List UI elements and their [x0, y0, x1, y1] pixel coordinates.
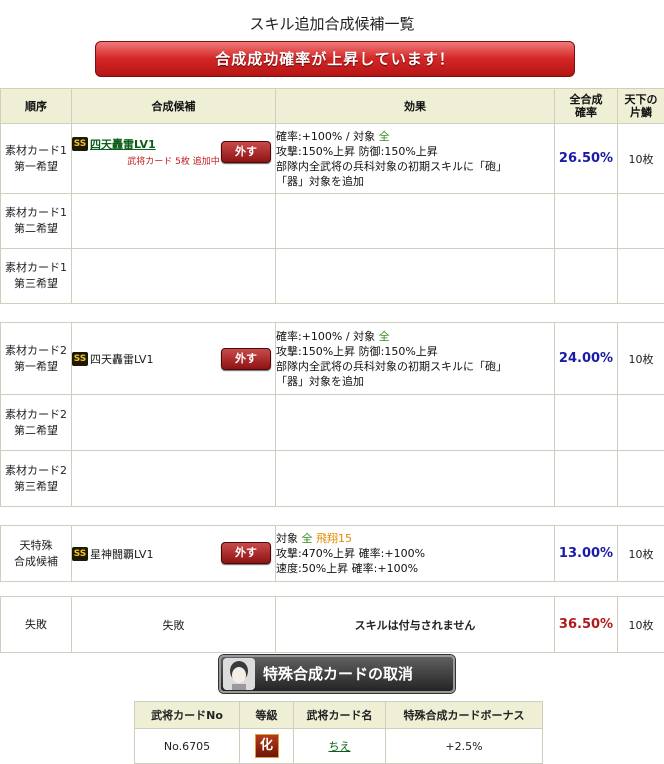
order-cell: 天特殊合成候補 — [1, 526, 72, 582]
skill-link[interactable]: 星神闘覇LV1 — [90, 548, 153, 561]
count-cell — [618, 249, 664, 304]
order-cell: 素材カード2第一希望 — [1, 323, 72, 395]
skill-link[interactable]: 四天轟雷LV1 — [90, 353, 153, 366]
candidate-cell: 失敗 — [72, 597, 276, 653]
header-count: 天下の片鱗 — [618, 89, 664, 124]
table-row: 素材カード1第一希望 SS四天轟雷LV1 武将カード 5枚 追加中 外す 確率:… — [1, 124, 664, 194]
card-no: No.6705 — [135, 729, 240, 764]
grade-cell: 化 — [240, 729, 294, 764]
rate-cell — [555, 395, 618, 451]
table-row: 天特殊合成候補 SS星神闘覇LV1 外す 対象 全 飛翔15 攻撃:470%上昇… — [1, 526, 664, 582]
bonus-row: No.6705 化 ちえ +2.5% — [135, 729, 543, 764]
order-cell: 素材カード1第二希望 — [1, 194, 72, 249]
row-spacer — [1, 507, 664, 526]
order-cell: 素材カード1第一希望 — [1, 124, 72, 194]
rate-cell — [555, 249, 618, 304]
effect-cell: 対象 全 飛翔15 攻撃:470%上昇 確率:+100% 速度:50%上昇 確率… — [276, 526, 555, 582]
bonus-header-row: 武将カードNo 等級 武将カード名 特殊合成カードボーナス — [135, 702, 543, 729]
candidate-cell: SS星神闘覇LV1 外す — [72, 526, 276, 582]
cancel-button-label: 特殊合成カードの取消 — [263, 657, 413, 691]
card-name-link[interactable]: ちえ — [329, 740, 351, 753]
bonus-header-no: 武将カードNo — [135, 702, 240, 729]
count-cell — [618, 395, 664, 451]
effect-cell — [276, 249, 555, 304]
header-order: 順序 — [1, 89, 72, 124]
bonus-table: 武将カードNo 等級 武将カード名 特殊合成カードボーナス No.6705 化 … — [134, 701, 543, 764]
candidate-cell: SS四天轟雷LV1 武将カード 5枚 追加中 外す — [72, 124, 276, 194]
rate-cell: 24.00% — [555, 323, 618, 395]
effect-cell — [276, 395, 555, 451]
row-spacer — [1, 304, 664, 323]
count-cell — [618, 451, 664, 507]
page-title: スキル追加合成候補一覧 — [0, 13, 664, 34]
table-row: 素材カード2第三希望 — [1, 451, 664, 507]
effect-cell: 確率:+100% / 対象 全 攻撃:150%上昇 防御:150%上昇 部隊内全… — [276, 124, 555, 194]
order-cell: 素材カード2第三希望 — [1, 451, 72, 507]
header-rate: 全合成確率 — [555, 89, 618, 124]
candidate-cell — [72, 451, 276, 507]
bonus-header-name: 武将カード名 — [294, 702, 386, 729]
rate-cell: 36.50% — [555, 597, 618, 653]
table-row: 失敗 失敗 スキルは付与されません 36.50% 10枚 — [1, 597, 664, 653]
effect-cell — [276, 451, 555, 507]
card-name-cell: ちえ — [294, 729, 386, 764]
cancel-special-card-button[interactable]: 特殊合成カードの取消 — [219, 655, 455, 693]
effect-cell: 確率:+100% / 対象 全 攻撃:150%上昇 防御:150%上昇 部隊内全… — [276, 323, 555, 395]
grade-badge-icon: 化 — [255, 734, 279, 758]
candidate-cell — [72, 395, 276, 451]
order-cell: 素材カード2第二希望 — [1, 395, 72, 451]
header-candidate: 合成候補 — [72, 89, 276, 124]
effect-cell: スキルは付与されません — [276, 597, 555, 653]
candidate-cell: SS四天轟雷LV1 外す — [72, 323, 276, 395]
count-cell: 10枚 — [618, 124, 664, 194]
remove-button[interactable]: 外す — [221, 348, 271, 370]
bonus-header-grade: 等級 — [240, 702, 294, 729]
header-effect: 効果 — [276, 89, 555, 124]
rate-cell: 13.00% — [555, 526, 618, 582]
candidate-cell — [72, 194, 276, 249]
bonus-value: +2.5% — [386, 729, 543, 764]
count-cell — [618, 194, 664, 249]
table-row: 素材カード2第一希望 SS四天轟雷LV1 外す 確率:+100% / 対象 全 … — [1, 323, 664, 395]
rate-cell — [555, 194, 618, 249]
ss-rarity-icon: SS — [72, 137, 88, 151]
table-header-row: 順序 合成候補 効果 全合成確率 天下の片鱗 — [1, 89, 664, 124]
remove-button[interactable]: 外す — [221, 542, 271, 564]
skill-link[interactable]: 四天轟雷LV1 — [90, 138, 156, 151]
effect-cell — [276, 194, 555, 249]
table-row: 素材カード2第二希望 — [1, 395, 664, 451]
table-row: 素材カード1第二希望 — [1, 194, 664, 249]
candidate-table: 順序 合成候補 効果 全合成確率 天下の片鱗 素材カード1第一希望 SS四天轟雷… — [0, 88, 664, 653]
row-spacer — [1, 582, 664, 597]
ss-rarity-icon: SS — [72, 547, 88, 561]
ss-rarity-icon: SS — [72, 352, 88, 366]
rate-cell: 26.50% — [555, 124, 618, 194]
count-cell: 10枚 — [618, 323, 664, 395]
table-row: 素材カード1第三希望 — [1, 249, 664, 304]
rate-cell — [555, 451, 618, 507]
count-cell: 10枚 — [618, 597, 664, 653]
remove-button[interactable]: 外す — [221, 141, 271, 163]
count-cell: 10枚 — [618, 526, 664, 582]
order-cell: 失敗 — [1, 597, 72, 653]
bonus-header-bonus: 特殊合成カードボーナス — [386, 702, 543, 729]
success-rate-banner: 合成成功確率が上昇しています！ — [95, 41, 575, 77]
general-portrait-icon — [223, 658, 255, 690]
candidate-cell — [72, 249, 276, 304]
order-cell: 素材カード1第三希望 — [1, 249, 72, 304]
